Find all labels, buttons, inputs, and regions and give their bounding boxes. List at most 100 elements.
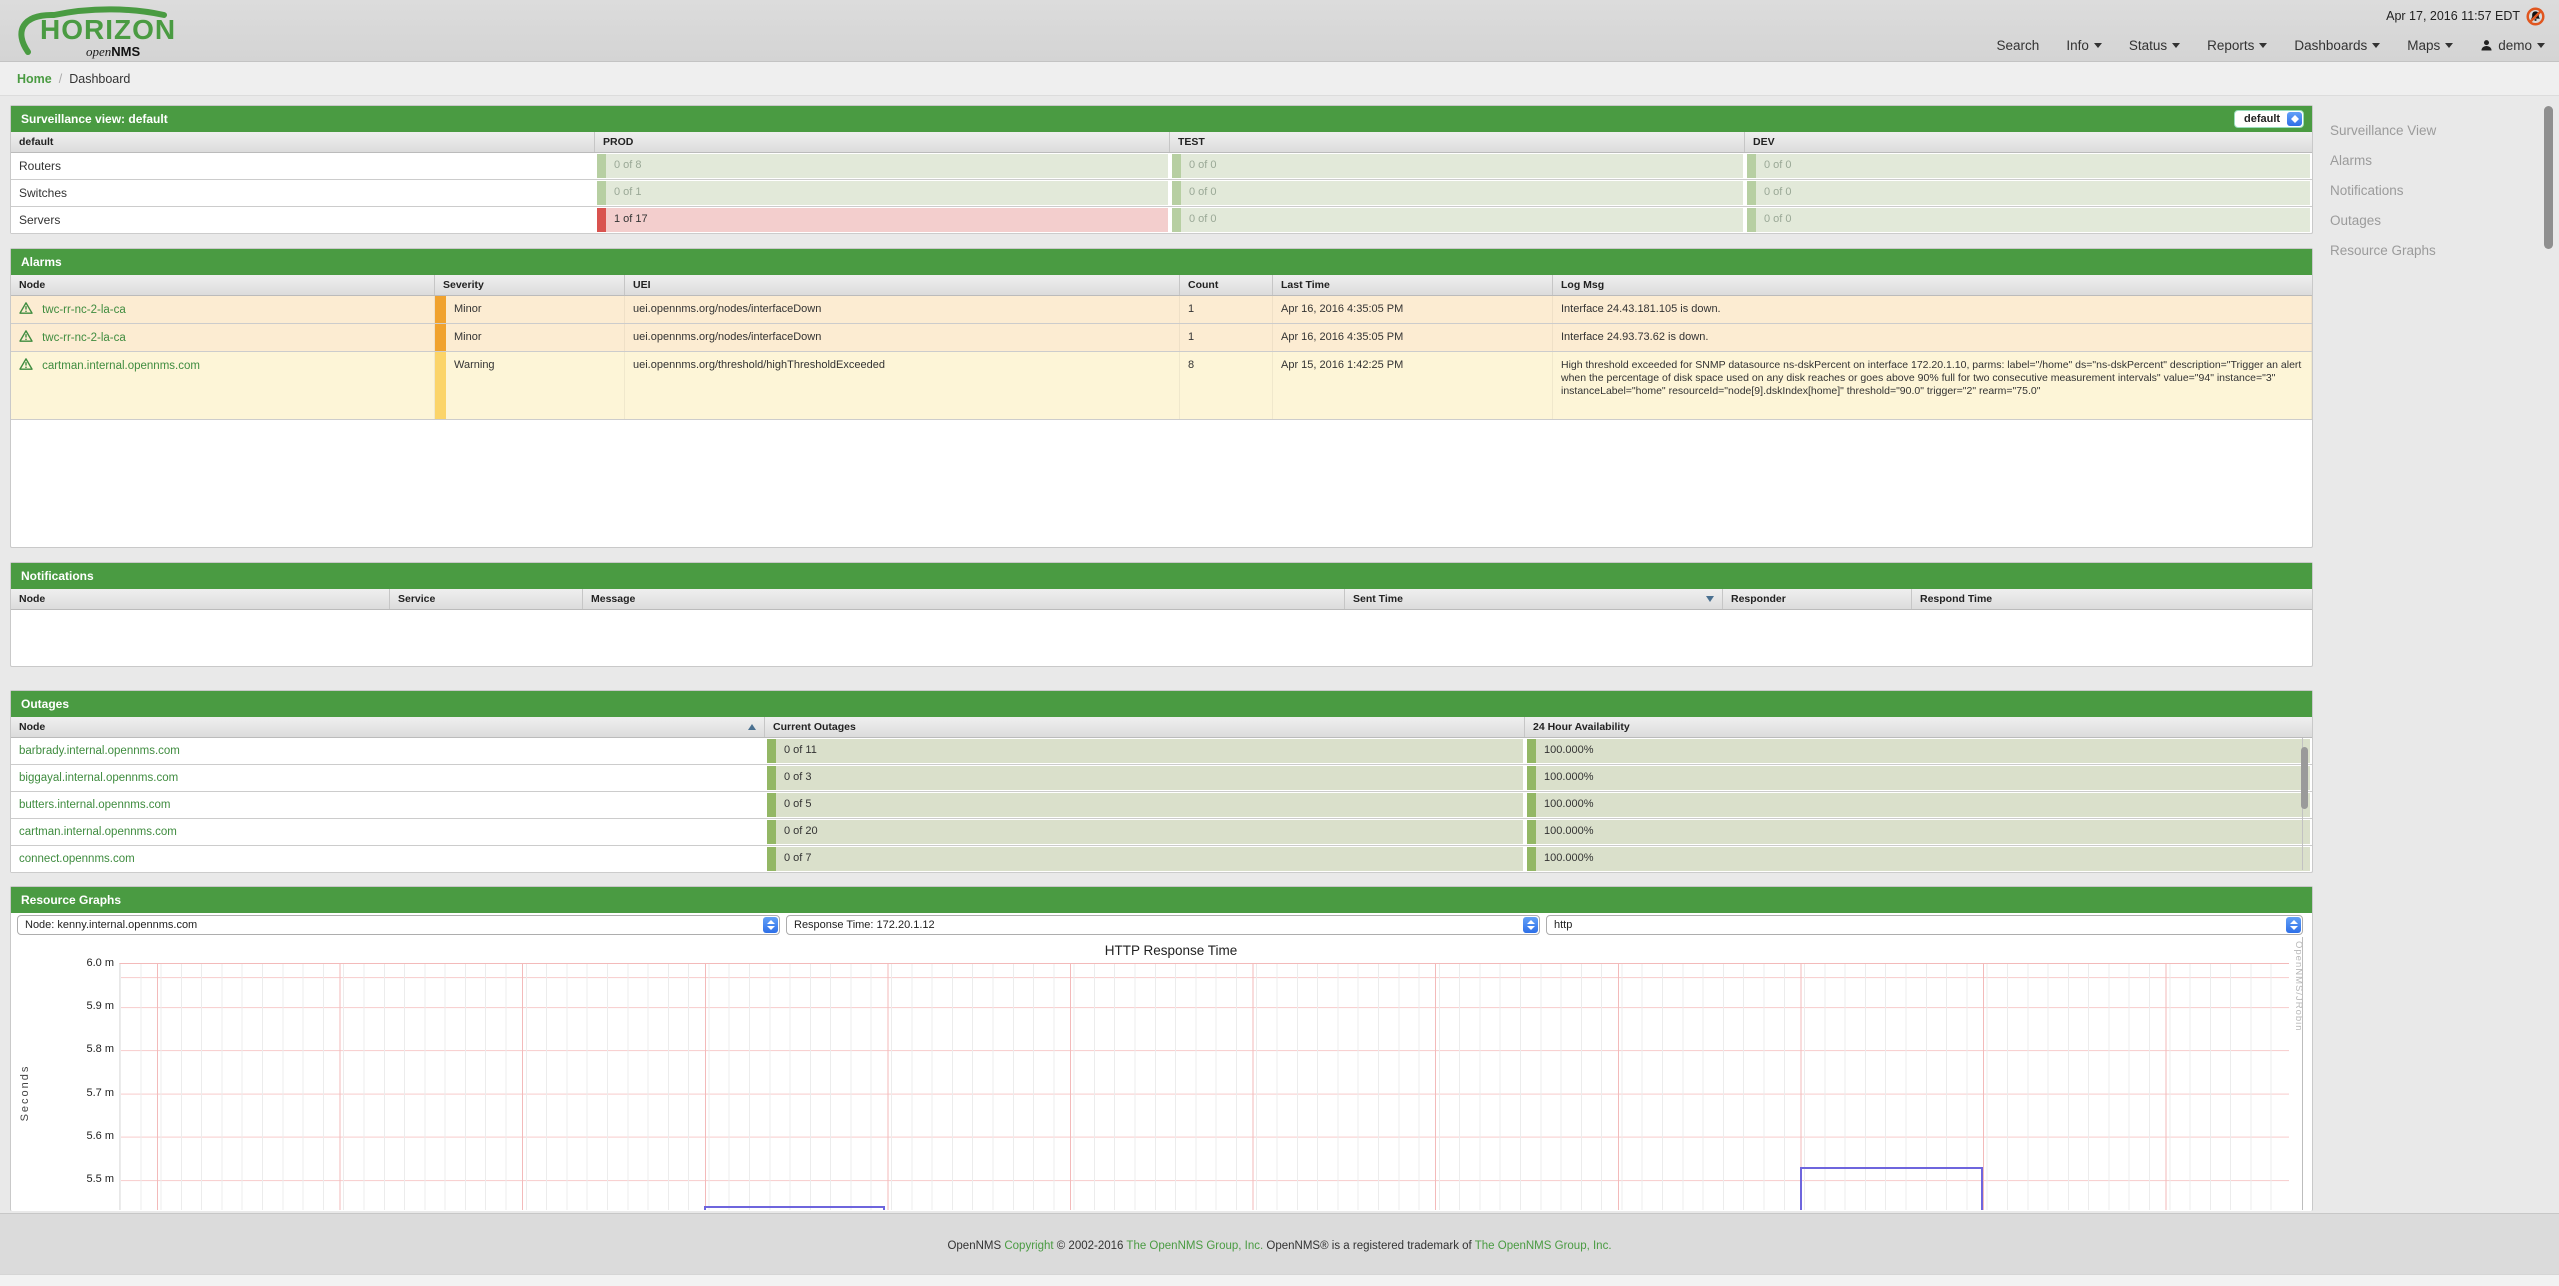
availability-cell: 100.000%	[1527, 820, 2310, 844]
notifications-table-header: Node Service Message Sent Time Responder…	[11, 589, 2312, 610]
column-header-24h-availability[interactable]: 24 Hour Availability	[1525, 717, 2312, 737]
severity-color-strip	[435, 352, 446, 419]
surveillance-table-header: default PROD TEST DEV	[11, 132, 2312, 153]
column-header-count[interactable]: Count	[1180, 275, 1273, 295]
alarm-node-link[interactable]: cartman.internal.opennms.com	[42, 360, 200, 372]
current-outages-cell: 0 of 11	[767, 739, 1523, 763]
outage-node-link[interactable]: cartman.internal.opennms.com	[19, 826, 177, 838]
window-scrollbar-thumb[interactable]	[2544, 106, 2553, 249]
resource-graphs-panel-header: Resource Graphs	[11, 887, 2312, 913]
copyright-link[interactable]: Copyright	[1004, 1240, 1053, 1252]
logo-subtitle: openNMS	[86, 44, 140, 60]
alarm-severity: Minor	[454, 303, 482, 315]
alarm-uei: uei.opennms.org/nodes/interfaceDown	[625, 324, 1180, 351]
user-icon	[2480, 39, 2493, 52]
graph-type-select[interactable]: http	[1546, 915, 2303, 935]
column-header-node[interactable]: Node	[11, 275, 435, 295]
surveillance-category: Routers	[11, 153, 595, 179]
opennms-group-link[interactable]: The OpenNMS Group, Inc.	[1126, 1240, 1263, 1252]
y-tick: 5.5 m	[19, 1173, 114, 1185]
column-header-severity[interactable]: Severity	[435, 275, 625, 295]
nav-dashboards[interactable]: Dashboards	[2294, 38, 2380, 53]
nav-search[interactable]: Search	[1997, 38, 2040, 53]
chevron-down-icon	[2094, 43, 2102, 48]
breadcrumb-home-link[interactable]: Home	[17, 72, 52, 86]
column-header-uei[interactable]: UEI	[625, 275, 1180, 295]
footer-bottom-strip	[0, 1274, 2559, 1286]
sidebar-item-resource-graphs[interactable]: Resource Graphs	[2330, 243, 2530, 258]
availability-cell: 100.000%	[1527, 793, 2310, 817]
outage-node-link[interactable]: biggayal.internal.opennms.com	[19, 772, 178, 784]
current-outages-cell: 0 of 5	[767, 793, 1523, 817]
main-nav: Search Info Status Reports Dashboards Ma…	[1997, 34, 2545, 56]
header-datetime: Apr 17, 2016 11:57 EDT	[2386, 6, 2545, 26]
alarm-last-time: Apr 15, 2016 1:42:25 PM	[1273, 352, 1553, 419]
alarm-count: 1	[1180, 324, 1273, 351]
outage-row: barbrady.internal.opennms.com 0 of 11 10…	[11, 738, 2312, 765]
sort-descending-icon	[1706, 596, 1714, 602]
resource-select[interactable]: Response Time: 172.20.1.12	[786, 915, 1540, 935]
nav-status[interactable]: Status	[2129, 38, 2180, 53]
status-cell[interactable]: 0 of 0	[1172, 208, 1743, 232]
breadcrumb-current: Dashboard	[69, 72, 130, 86]
status-cell[interactable]: 0 of 0	[1747, 208, 2310, 232]
nav-user-menu[interactable]: demo	[2480, 38, 2545, 53]
status-cell[interactable]: 0 of 0	[1747, 154, 2310, 178]
status-cell[interactable]: 0 of 0	[1747, 181, 2310, 205]
column-header-current-outages[interactable]: Current Outages	[765, 717, 1525, 737]
column-header-respond-time[interactable]: Respond Time	[1912, 589, 2312, 609]
chart-line-segment	[704, 1206, 885, 1210]
alarm-last-time: Apr 16, 2016 4:35:05 PM	[1273, 324, 1553, 351]
alarm-node-link[interactable]: twc-rr-nc-2-la-ca	[42, 304, 126, 316]
outage-node-link[interactable]: butters.internal.opennms.com	[19, 799, 171, 811]
status-cell[interactable]: 0 of 1	[597, 181, 1168, 205]
column-header-service[interactable]: Service	[390, 589, 583, 609]
status-cell-critical[interactable]: 1 of 17	[597, 208, 1168, 232]
column-header-node[interactable]: Node	[11, 717, 765, 737]
http-response-time-graph: HTTP Response Time Seconds 6.0 m 5.9 m 5…	[11, 937, 2312, 1210]
column-header-last-time[interactable]: Last Time	[1273, 275, 1553, 295]
copyright-text: OpenNMS Copyright © 2002-2016 The OpenNM…	[0, 1240, 2559, 1252]
column-header-sent-time[interactable]: Sent Time	[1345, 589, 1723, 609]
column-header-dev[interactable]: DEV	[1745, 132, 2312, 152]
nav-maps[interactable]: Maps	[2407, 38, 2453, 53]
column-header-test[interactable]: TEST	[1170, 132, 1745, 152]
sort-ascending-icon	[748, 724, 756, 730]
nav-info[interactable]: Info	[2066, 38, 2102, 53]
surveillance-category: Servers	[11, 207, 595, 233]
status-cell[interactable]: 0 of 0	[1172, 154, 1743, 178]
surveillance-view-panel: Surveillance view: default default defau…	[10, 105, 2313, 234]
sidebar-item-outages[interactable]: Outages	[2330, 213, 2530, 228]
notices-off-icon[interactable]	[2526, 7, 2545, 26]
column-header-responder[interactable]: Responder	[1723, 589, 1912, 609]
outage-node-link[interactable]: connect.opennms.com	[19, 853, 135, 865]
nav-reports[interactable]: Reports	[2207, 38, 2267, 53]
chart-line-segment	[1800, 1167, 1983, 1210]
select-stepper-icon	[763, 917, 778, 933]
sidebar-item-surveillance-view[interactable]: Surveillance View	[2330, 123, 2530, 138]
sidebar-item-alarms[interactable]: Alarms	[2330, 153, 2530, 168]
notifications-panel-header: Notifications	[11, 563, 2312, 589]
scrollbar-thumb[interactable]	[2301, 747, 2308, 809]
column-header-node[interactable]: Node	[11, 589, 390, 609]
select-stepper-icon	[2286, 917, 2301, 933]
column-header-prod[interactable]: PROD	[595, 132, 1170, 152]
node-select[interactable]: Node: kenny.internal.opennms.com	[17, 915, 780, 935]
outage-node-link[interactable]: barbrady.internal.opennms.com	[19, 745, 180, 757]
sidebar-item-notifications[interactable]: Notifications	[2330, 183, 2530, 198]
column-header-message[interactable]: Message	[583, 589, 1345, 609]
status-cell[interactable]: 0 of 0	[1172, 181, 1743, 205]
alarms-table-header: Node Severity UEI Count Last Time Log Ms…	[11, 275, 2312, 296]
severity-color-strip	[435, 296, 446, 323]
status-cell[interactable]: 0 of 8	[597, 154, 1168, 178]
opennms-group-link[interactable]: The OpenNMS Group, Inc.	[1475, 1240, 1612, 1252]
alarm-node-link[interactable]: twc-rr-nc-2-la-ca	[42, 332, 126, 344]
opennms-horizon-logo[interactable]: HORIZON openNMS	[14, 4, 184, 60]
notifications-panel: Notifications Node Service Message Sent …	[10, 562, 2313, 667]
surveillance-view-select[interactable]: default	[2234, 110, 2304, 128]
column-header-log-msg[interactable]: Log Msg	[1553, 275, 2312, 295]
chevron-down-icon	[2445, 43, 2453, 48]
select-stepper-icon	[2287, 112, 2302, 126]
column-header-default[interactable]: default	[11, 132, 595, 152]
alarm-row: twc-rr-nc-2-la-ca Minor uei.opennms.org/…	[11, 324, 2312, 352]
